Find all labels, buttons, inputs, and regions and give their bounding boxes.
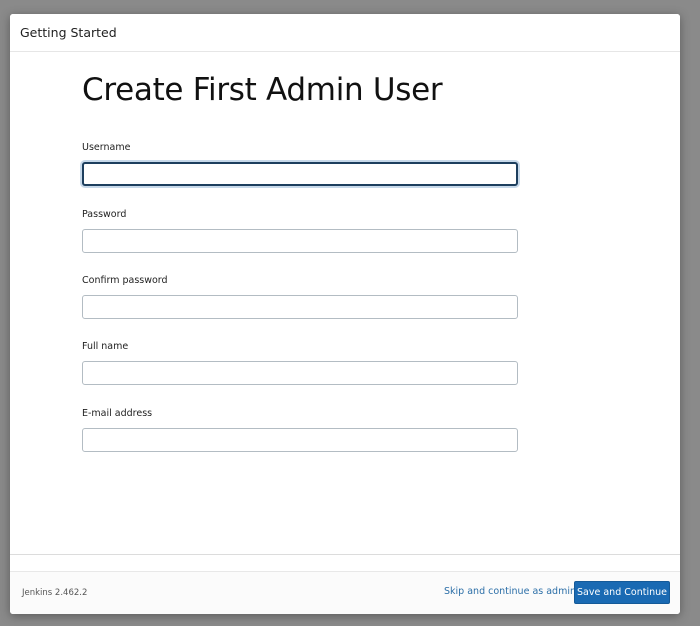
confirm-password-label: Confirm password bbox=[82, 275, 168, 286]
username-input[interactable] bbox=[82, 162, 518, 186]
full-name-label: Full name bbox=[82, 341, 129, 352]
username-label: Username bbox=[82, 142, 131, 153]
confirm-password-input[interactable] bbox=[82, 295, 518, 319]
version-label: Jenkins 2.462.2 bbox=[22, 588, 88, 598]
password-input[interactable] bbox=[82, 229, 518, 253]
email-label: E-mail address bbox=[82, 408, 153, 419]
form-content: Create First Admin User Username Passwor… bbox=[10, 52, 680, 554]
page-title: Create First Admin User bbox=[82, 72, 443, 108]
dialog-header: Getting Started bbox=[10, 14, 680, 52]
skip-continue-as-admin-link[interactable]: Skip and continue as admin bbox=[444, 586, 576, 597]
save-and-continue-button[interactable]: Save and Continue bbox=[574, 581, 670, 604]
dialog-footer: Jenkins 2.462.2 Skip and continue as adm… bbox=[10, 572, 680, 614]
full-name-input[interactable] bbox=[82, 361, 518, 385]
email-input[interactable] bbox=[82, 428, 518, 452]
footer-divider bbox=[10, 554, 680, 555]
setup-dialog: Getting Started Create First Admin User … bbox=[10, 14, 680, 614]
password-label: Password bbox=[82, 209, 127, 220]
dialog-title: Getting Started bbox=[20, 25, 117, 40]
